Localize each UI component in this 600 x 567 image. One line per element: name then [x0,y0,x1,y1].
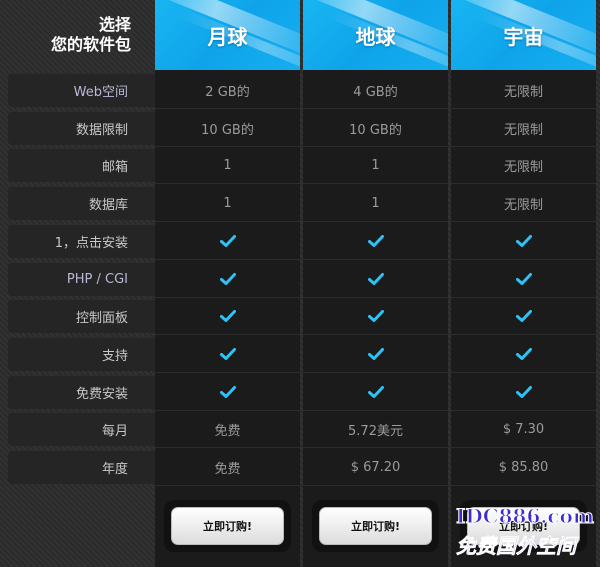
feature-value-moon: 1 [155,185,300,222]
feature-value-earth: 1 [303,147,448,184]
plan-header-earth: 地球 [303,0,448,70]
check-icon [367,310,384,322]
feature-value-earth: 10 GB的 [303,110,448,147]
check-icon [219,273,236,285]
feature-cell-universe [451,298,596,335]
feature-cell-moon [155,374,300,411]
check-icon [367,235,384,247]
plan-header-universe: 宇宙 [451,0,596,70]
feature-label: 支持 [8,337,155,371]
plan-header-moon: 月球 [155,0,300,70]
feature-value-moon: 10 GB的 [155,110,300,147]
feature-cell-earth [303,336,448,373]
feature-value-moon: 免费 [155,449,300,486]
check-icon [219,348,236,360]
check-icon [515,235,532,247]
feature-cell-earth [303,261,448,298]
feature-label: 控制面板 [8,299,155,333]
check-icon [219,310,236,322]
table-title-line1: 选择 [98,15,131,34]
feature-label: 免费安装 [8,375,155,409]
feature-cell-moon [155,298,300,335]
feature-value-moon: 1 [155,147,300,184]
feature-label: 每月 [8,412,155,446]
plan-name: 地球 [355,24,396,49]
feature-label: PHP / CGI [8,262,155,296]
feature-value-universe: 无限制 [451,72,596,109]
plan-name: 月球 [207,24,248,49]
order-now-button-moon[interactable]: 立即订购! [171,507,284,545]
feature-value-moon: 2 GB的 [155,72,300,109]
order-button-frame: 立即订购! [164,500,291,552]
feature-label: 1，点击安装 [8,224,155,258]
feature-cell-universe [451,223,596,260]
feature-value-universe: 无限制 [451,185,596,222]
feature-cell-moon [155,223,300,260]
feature-value-moon: 免费 [155,411,300,448]
plan-name: 宇宙 [503,24,544,49]
check-icon [367,386,384,398]
feature-value-earth: 4 GB的 [303,72,448,109]
check-icon [219,386,236,398]
order-now-button-earth[interactable]: 立即订购! [319,507,432,545]
feature-cell-universe [451,336,596,373]
table-title: 选择 您的软件包 [0,0,155,70]
feature-value-universe: 无限制 [451,147,596,184]
check-icon [219,235,236,247]
check-icon [367,273,384,285]
feature-cell-moon [155,336,300,373]
check-icon [367,348,384,360]
feature-cell-universe [451,374,596,411]
feature-label: 邮箱 [8,148,155,182]
feature-cell-earth [303,374,448,411]
pricing-table: 选择 您的软件包 月球 地球 宇宙 Web空间 2 GB的 4 GB的 无限制 数据限制… [0,0,600,567]
table-title-line2: 您的软件包 [50,35,131,54]
check-icon [515,273,532,285]
feature-value-universe: 无限制 [451,110,596,147]
feature-label: 数据库 [8,186,155,220]
feature-value-universe: $ 7.30 [451,411,596,448]
feature-label: 数据限制 [8,111,155,145]
order-button-frame: 立即订购! [460,500,587,552]
check-icon [515,348,532,360]
order-now-button-universe[interactable]: 立即订购! [467,507,580,545]
feature-cell-earth [303,223,448,260]
feature-value-earth: $ 67.20 [303,449,448,486]
feature-value-universe: $ 85.80 [451,449,596,486]
order-button-frame: 立即订购! [312,500,439,552]
feature-cell-moon [155,261,300,298]
feature-value-earth: 5.72美元 [303,411,448,448]
feature-value-earth: 1 [303,185,448,222]
feature-cell-universe [451,261,596,298]
feature-cell-earth [303,298,448,335]
feature-label: 年度 [8,450,155,484]
check-icon [515,386,532,398]
feature-label: Web空间 [8,73,155,107]
check-icon [515,310,532,322]
